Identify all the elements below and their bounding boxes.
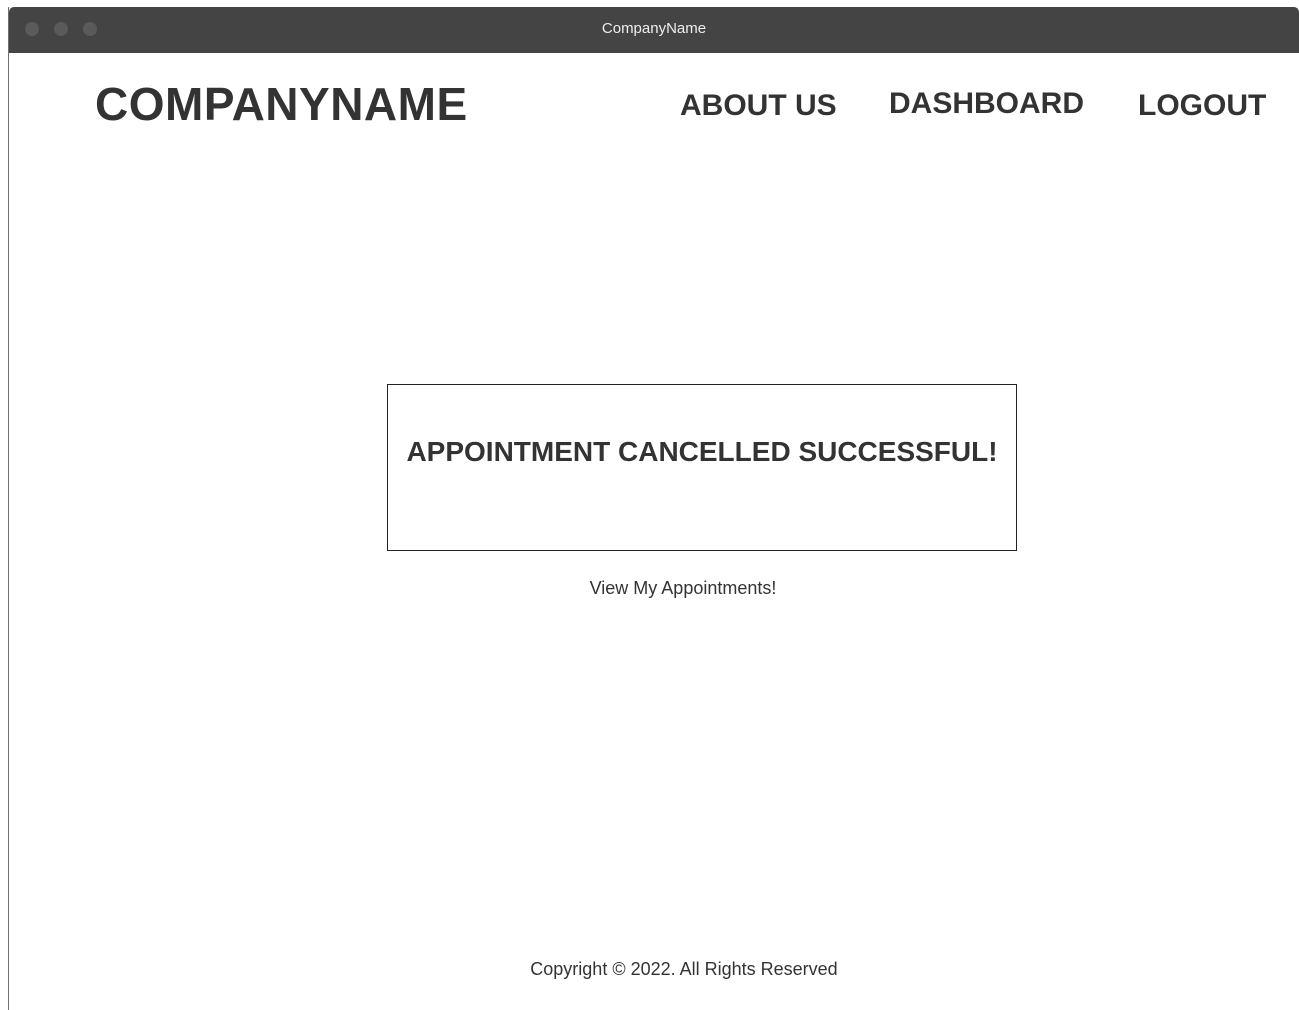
window-title: CompanyName [601,20,707,37]
view-appointments-link[interactable]: View My Appointments! [533,578,833,599]
nav-dashboard-link[interactable]: DASHBOARD [889,87,1084,121]
confirmation-message-box: APPOINTMENT CANCELLED SUCCESSFUL! [387,384,1017,551]
brand-logo-link[interactable]: COMPANYNAME [95,77,468,131]
window-titlebar: CompanyName [9,7,1299,53]
nav-logout-link[interactable]: LOGOUT [1138,89,1266,123]
confirmation-message: APPOINTMENT CANCELLED SUCCESSFUL! [406,436,998,467]
nav-about-us-link[interactable]: ABOUT US [680,89,837,123]
browser-window: CompanyName COMPANYNAME ABOUT US DASHBOA… [8,7,1299,1010]
footer-copyright: Copyright © 2022. All Rights Reserved [530,959,838,979]
